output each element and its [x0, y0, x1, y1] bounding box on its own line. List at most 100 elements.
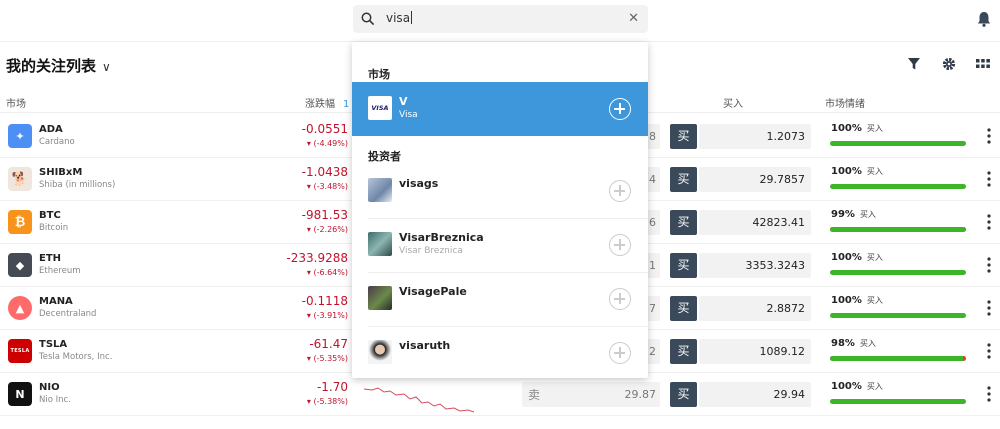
result-subtitle: Visar Breznica: [399, 246, 463, 256]
row-symbol[interactable]: NIO: [39, 382, 60, 393]
buy-price[interactable]: 2.8872: [699, 296, 811, 321]
tesla-logo-icon: TESLA: [8, 339, 32, 363]
investors-heading: 投资者: [368, 150, 401, 163]
sentiment-bar: [830, 270, 966, 275]
more-options-icon[interactable]: [987, 128, 991, 144]
search-result-investor[interactable]: visags: [352, 164, 648, 218]
row-name: Ethereum: [39, 266, 81, 276]
markets-heading: 市场: [368, 68, 390, 81]
result-subtitle: Visa: [399, 110, 418, 120]
search-icon: [361, 12, 375, 26]
sentiment-bar: [830, 184, 966, 189]
sentiment-bar: [830, 313, 966, 318]
add-icon[interactable]: [609, 342, 631, 364]
more-options-icon[interactable]: [987, 300, 991, 316]
row-change-percent: ▾ (-5.38%): [306, 397, 348, 406]
bell-icon[interactable]: [975, 10, 993, 28]
close-icon[interactable]: ✕: [628, 11, 639, 26]
result-title: visags: [399, 177, 439, 190]
column-header-buy[interactable]: 买入: [723, 95, 743, 110]
search-results-dropdown: 市场 VISA V Visa 投资者 visags VisarBreznica …: [352, 42, 648, 378]
chevron-down-icon[interactable]: ∨: [102, 60, 111, 74]
sentiment-bar: [830, 227, 966, 232]
more-options-icon[interactable]: [987, 343, 991, 359]
result-title: visaruth: [399, 339, 451, 352]
row-change: -61.47: [309, 337, 348, 351]
gear-icon[interactable]: [942, 57, 956, 71]
buy-button[interactable]: 买: [670, 296, 697, 321]
search-input[interactable]: visa: [386, 11, 413, 25]
filter-icon[interactable]: [907, 57, 921, 71]
result-title: V: [399, 95, 408, 108]
more-options-icon[interactable]: [987, 386, 991, 402]
search-field[interactable]: visa ✕: [353, 5, 648, 33]
top-bar: visa ✕: [0, 0, 1000, 42]
row-symbol[interactable]: TSLA: [39, 339, 67, 350]
sentiment-value: 100% 买入: [831, 123, 883, 134]
buy-button[interactable]: 买: [670, 382, 697, 407]
sentiment-value: 100% 买入: [831, 295, 883, 306]
buy-button[interactable]: 买: [670, 339, 697, 364]
row-change: -233.9288: [286, 251, 348, 265]
sentiment-bar: [830, 141, 966, 146]
sentiment-bar: [830, 356, 966, 361]
add-icon[interactable]: [609, 180, 631, 202]
row-symbol[interactable]: BTC: [39, 210, 61, 221]
row-change: -0.1118: [301, 294, 348, 308]
buy-price[interactable]: 29.94: [699, 382, 811, 407]
row-name: Nio Inc.: [39, 395, 71, 405]
nio-logo-icon: N: [8, 382, 32, 406]
ada-logo-icon: ✦: [8, 124, 32, 148]
search-result-market[interactable]: VISA V Visa: [352, 82, 648, 136]
row-change: -0.0551: [301, 122, 348, 136]
buy-price[interactable]: 3353.3243: [699, 253, 811, 278]
sentiment-bar: [830, 399, 966, 404]
add-icon[interactable]: [609, 288, 631, 310]
mana-logo-icon: ▲: [8, 296, 32, 320]
sell-button[interactable]: 卖 29.87: [522, 382, 660, 407]
more-options-icon[interactable]: [987, 257, 991, 273]
row-change: -1.70: [316, 380, 348, 394]
row-symbol[interactable]: ADA: [39, 124, 63, 135]
search-result-investor[interactable]: visaruth: [352, 326, 648, 380]
row-name: Shiba (in millions): [39, 180, 116, 190]
column-header-market[interactable]: 市场: [6, 95, 26, 110]
row-name: Tesla Motors, Inc.: [39, 352, 113, 362]
buy-price[interactable]: 1089.12: [699, 339, 811, 364]
buy-price[interactable]: 1.2073: [699, 124, 811, 149]
sentiment-value: 98% 买入: [831, 338, 876, 349]
buy-button[interactable]: 买: [670, 167, 697, 192]
row-symbol[interactable]: MANA: [39, 296, 73, 307]
row-change-percent: ▾ (-3.91%): [306, 311, 348, 320]
row-symbol[interactable]: SHIBxM: [39, 167, 82, 178]
buy-price[interactable]: 42823.41: [699, 210, 811, 235]
page-title[interactable]: 我的关注列表 ∨: [6, 55, 111, 76]
buy-price[interactable]: 29.7857: [699, 167, 811, 192]
search-result-investor[interactable]: VisagePale: [352, 272, 648, 326]
grid-view-icon[interactable]: [976, 57, 990, 71]
buy-button[interactable]: 买: [670, 253, 697, 278]
search-result-investor[interactable]: VisarBreznica Visar Breznica: [352, 218, 648, 272]
row-change-percent: ▾ (-6.64%): [306, 268, 348, 277]
add-icon[interactable]: [609, 98, 631, 120]
column-header-change[interactable]: 涨跌幅 1: [305, 95, 349, 110]
column-header-sentiment[interactable]: 市场情绪: [825, 95, 865, 110]
buy-button[interactable]: 买: [670, 210, 697, 235]
row-name: Cardano: [39, 137, 75, 147]
more-options-icon[interactable]: [987, 214, 991, 230]
row-change-percent: ▾ (-2.26%): [306, 225, 348, 234]
sentiment-value: 100% 买入: [831, 166, 883, 177]
row-change: -981.53: [301, 208, 348, 222]
shib-logo-icon: 🐕: [8, 167, 32, 191]
buy-button[interactable]: 买: [670, 124, 697, 149]
avatar: [368, 232, 392, 256]
row-change-percent: ▾ (-4.49%): [306, 139, 348, 148]
sentiment-value: 100% 买入: [831, 381, 883, 392]
result-title: VisarBreznica: [399, 231, 484, 244]
more-options-icon[interactable]: [987, 171, 991, 187]
row-change-percent: ▾ (-3.48%): [306, 182, 348, 191]
avatar: [368, 340, 392, 364]
add-icon[interactable]: [609, 234, 631, 256]
row-symbol[interactable]: ETH: [39, 253, 61, 264]
row-name: Decentraland: [39, 309, 97, 319]
